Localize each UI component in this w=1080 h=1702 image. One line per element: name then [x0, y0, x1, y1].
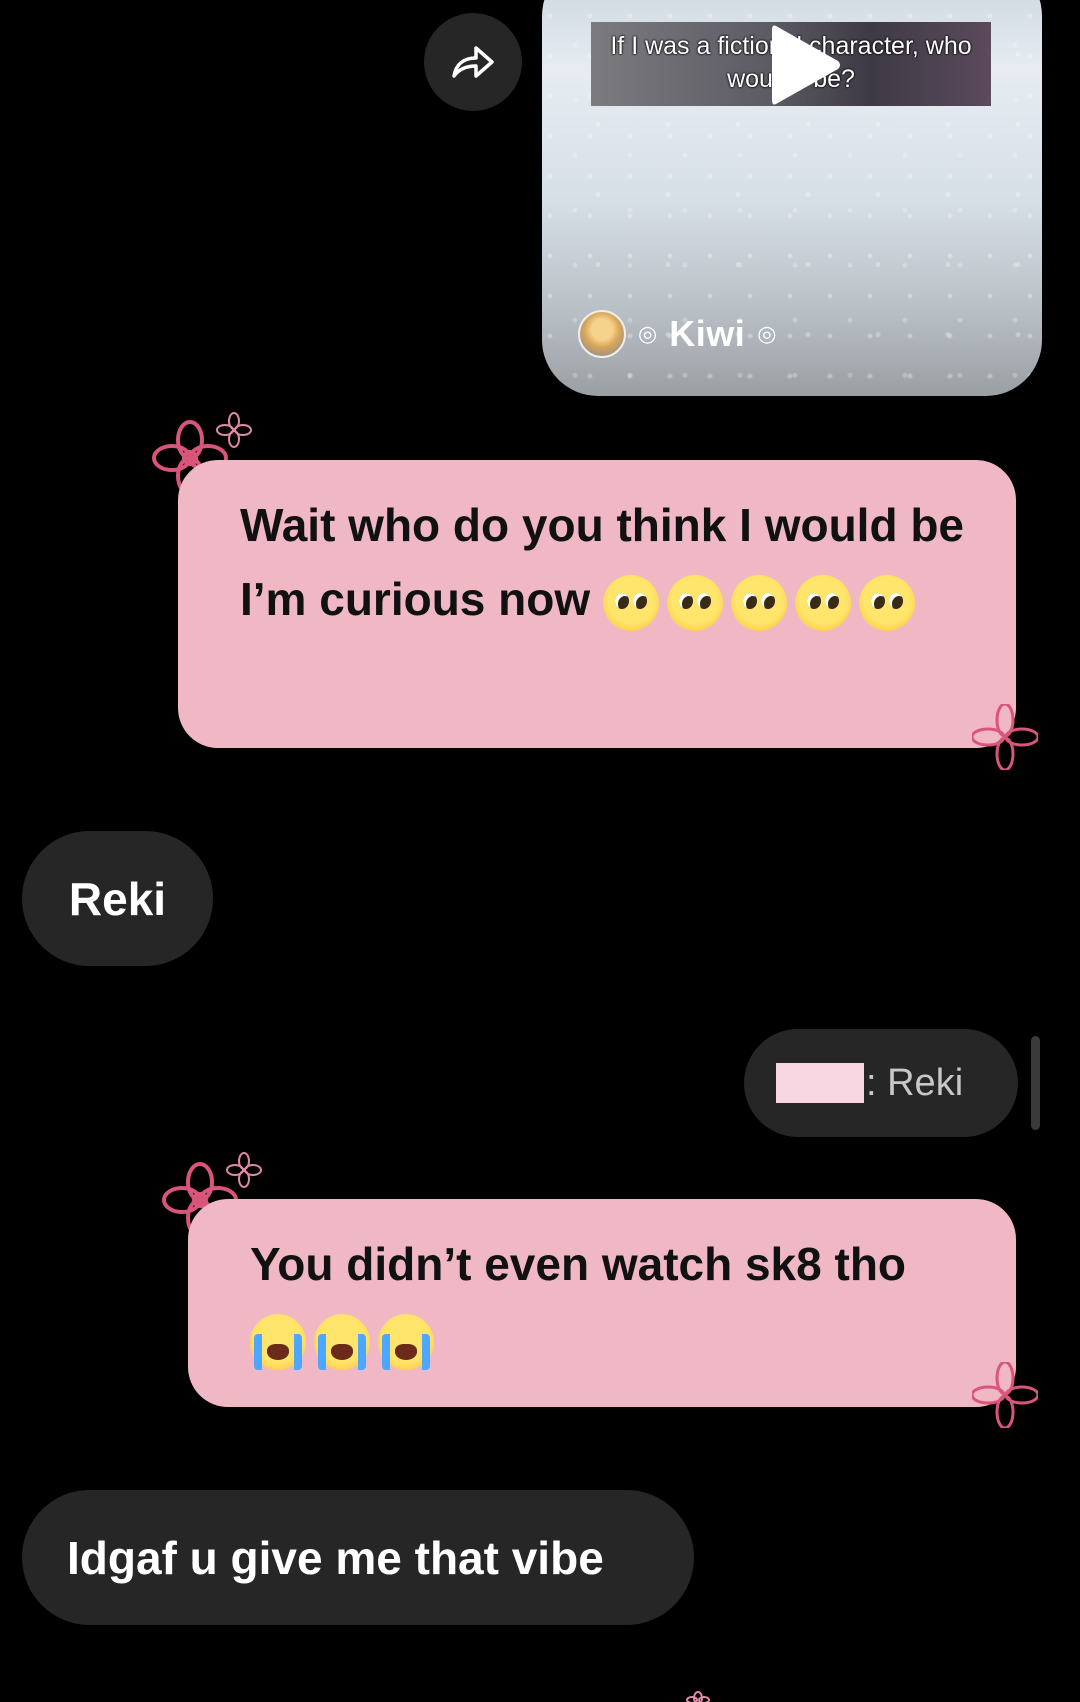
swirl-icon: ◎ [757, 321, 777, 346]
message-text: Idgaf u give me that vibe [67, 1531, 604, 1584]
reply-indicator-bar [1031, 1036, 1040, 1130]
share-button[interactable] [424, 13, 522, 111]
loudly-crying-face-icon [250, 1313, 306, 1370]
emoji-row [602, 574, 915, 631]
pleading-face-icon [602, 574, 659, 631]
loudly-crying-face-icon [378, 1313, 434, 1370]
swirl-icon: ◎ [638, 321, 658, 346]
avatar [578, 310, 626, 358]
reply-preview-text: : Reki [866, 1061, 964, 1104]
play-icon[interactable] [764, 20, 844, 110]
reply-preview[interactable]: : Reki [744, 1029, 1018, 1137]
pleading-face-icon [730, 574, 787, 631]
message-bubble-incoming[interactable]: Reki [22, 831, 213, 966]
flower-icon [216, 412, 252, 448]
message-bubble-incoming[interactable]: Idgaf u give me that vibe [22, 1490, 694, 1625]
message-text: You didn’t even watch sk8 tho [250, 1238, 907, 1290]
flower-icon [226, 1152, 262, 1188]
chat-screen: If I was a fictional character, who woul… [0, 0, 1080, 1702]
flower-icon [972, 1362, 1038, 1428]
loudly-crying-face-icon [314, 1313, 370, 1370]
message-text: Reki [68, 872, 167, 925]
reel-author[interactable]: ◎ Kiwi ◎ [578, 310, 776, 358]
flower-icon [972, 704, 1038, 770]
message-bubble-outgoing[interactable]: You didn’t even watch sk8 tho [188, 1199, 1016, 1407]
share-arrow-icon [452, 46, 494, 78]
pleading-face-icon [858, 574, 915, 631]
redacted-name [776, 1063, 864, 1103]
author-name: Kiwi [669, 313, 746, 354]
pleading-face-icon [794, 574, 851, 631]
flower-icon [686, 1691, 710, 1702]
emoji-row [250, 1313, 434, 1370]
shared-reel-card[interactable]: If I was a fictional character, who woul… [542, 0, 1042, 396]
pleading-face-icon [666, 574, 723, 631]
message-bubble-outgoing[interactable]: Wait who do you think I would be I’m cur… [178, 460, 1016, 748]
